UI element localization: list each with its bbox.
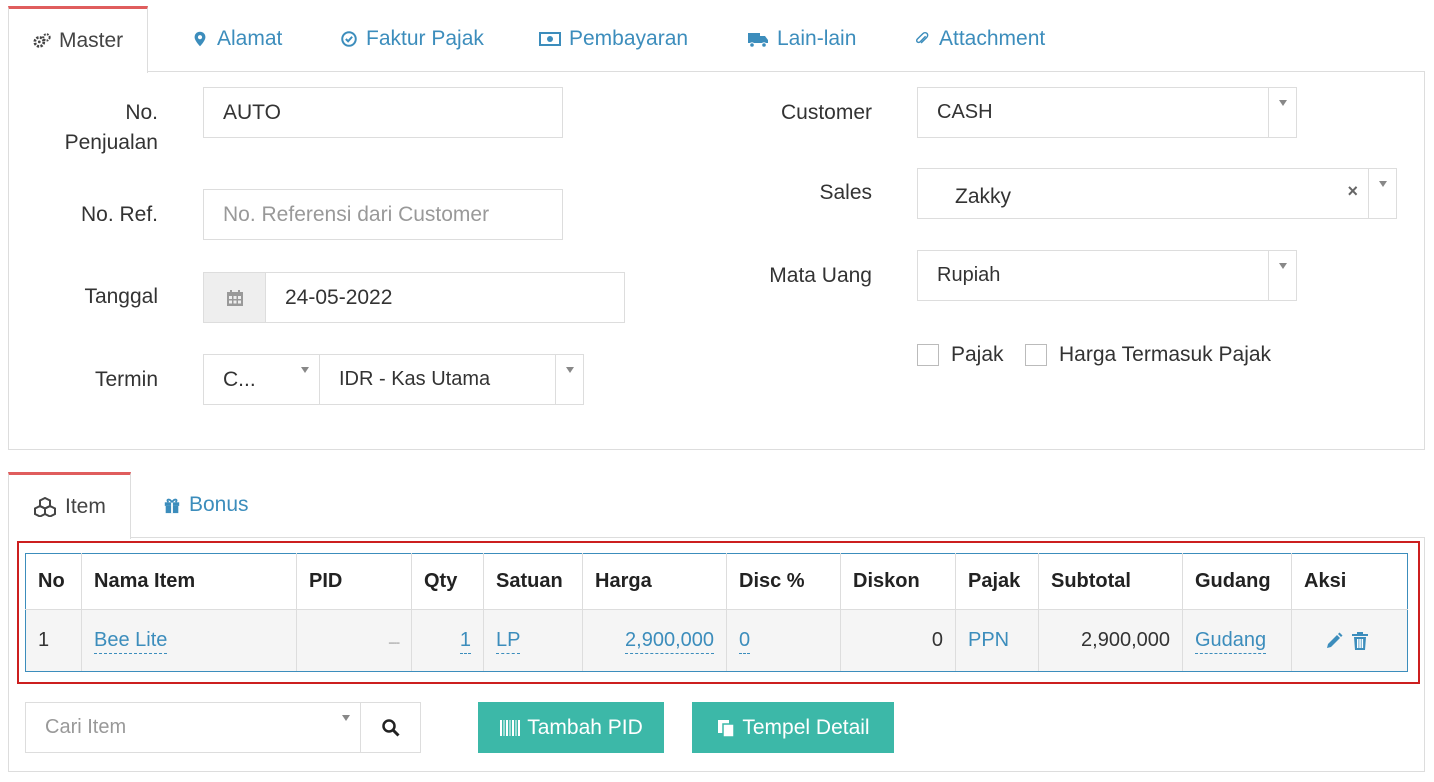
- sales-select[interactable]: Zakky ×: [917, 168, 1397, 219]
- tanggal-label: Tanggal: [84, 285, 158, 308]
- tanggal-value: 24-05-2022: [285, 285, 393, 309]
- tempel-detail-label: Tempel Detail: [742, 715, 870, 739]
- barcode-icon: [500, 719, 521, 736]
- chevron-down-icon: [555, 355, 583, 404]
- truck-icon: [748, 33, 768, 48]
- tab-pembayaran-label: Pembayaran: [569, 27, 689, 50]
- no-ref-label: No. Ref.: [80, 203, 158, 226]
- no-penjualan-field[interactable]: AUTO: [203, 87, 563, 138]
- highlight-box: [17, 541, 1420, 684]
- tab-pembayaran[interactable]: Pembayaran: [539, 6, 688, 72]
- harga-termasuk-pajak-checkbox[interactable]: Harga Termasuk Pajak: [1025, 343, 1271, 367]
- kas-select[interactable]: IDR - Kas Utama: [319, 354, 584, 405]
- mata-uang-select[interactable]: Rupiah: [917, 250, 1297, 301]
- tab-master[interactable]: Master: [8, 6, 149, 73]
- cari-item-placeholder: Cari Item: [45, 716, 127, 738]
- customer-value: CASH: [937, 101, 993, 123]
- checkbox-box[interactable]: [1025, 344, 1047, 366]
- termin-label: Termin: [94, 368, 158, 391]
- pajak-checkbox[interactable]: Pajak: [917, 343, 1004, 367]
- mata-uang-value: Rupiah: [937, 264, 1001, 286]
- termin-select[interactable]: C...: [203, 354, 320, 405]
- tab-item[interactable]: Item: [8, 472, 131, 539]
- chevron-down-icon: [1268, 251, 1296, 300]
- tab-master-label: Master: [59, 29, 124, 52]
- no-ref-placeholder: No. Referensi dari Customer: [223, 202, 490, 226]
- tab-lain-lain[interactable]: Lain-lain: [747, 6, 856, 72]
- gears-icon: [33, 33, 51, 48]
- search-button[interactable]: [361, 703, 420, 752]
- sales-label: Sales: [819, 181, 872, 204]
- no-penjualan-label-line2: Penjualan: [64, 131, 158, 154]
- mata-uang-label: Mata Uang: [769, 264, 872, 287]
- money-icon: [539, 32, 561, 46]
- no-penjualan-value: AUTO: [223, 100, 281, 124]
- tanggal-field[interactable]: 24-05-2022: [203, 272, 625, 323]
- tab-lain-lain-label: Lain-lain: [777, 27, 857, 50]
- sales-value: Zakky: [955, 184, 1012, 208]
- search-icon: [381, 718, 400, 737]
- chevron-down-icon: [1268, 88, 1296, 137]
- tambah-pid-label: Tambah PID: [527, 715, 643, 739]
- cari-item-input[interactable]: Cari Item: [26, 703, 361, 752]
- tab-bonus[interactable]: Bonus: [163, 472, 249, 538]
- tab-faktur-pajak[interactable]: Faktur Pajak: [340, 6, 484, 72]
- date-addon[interactable]: [204, 273, 266, 322]
- cubes-icon: [34, 497, 56, 517]
- tab-alamat[interactable]: Alamat: [191, 6, 282, 72]
- kas-value: IDR - Kas Utama: [339, 368, 491, 390]
- map-marker-icon: [194, 31, 206, 47]
- gift-icon: [164, 498, 180, 514]
- item-tabs: Item Bonus: [8, 472, 1424, 539]
- customer-select[interactable]: CASH: [917, 87, 1297, 138]
- checkbox-box[interactable]: [917, 344, 939, 366]
- no-penjualan-label-line1: No.: [125, 101, 158, 124]
- chevron-down-icon: [291, 355, 319, 404]
- cari-item-select[interactable]: Cari Item: [25, 702, 421, 753]
- pajak-label: Pajak: [951, 343, 1004, 366]
- tab-alamat-label: Alamat: [217, 27, 283, 50]
- main-tabs: Master Alamat Faktur Pajak Pembayaran La…: [8, 6, 1424, 73]
- no-penjualan-label: No. Penjualan: [40, 98, 158, 158]
- harga-termasuk-pajak-label: Harga Termasuk Pajak: [1059, 343, 1272, 366]
- tab-item-label: Item: [65, 495, 106, 518]
- customer-label: Customer: [780, 101, 872, 124]
- tab-attachment-label: Attachment: [939, 27, 1046, 50]
- chevron-down-icon: [332, 703, 360, 752]
- clear-icon[interactable]: ×: [1347, 181, 1358, 202]
- paperclip-icon: [915, 31, 929, 44]
- tambah-pid-button[interactable]: Tambah PID: [478, 702, 664, 753]
- tab-bonus-label: Bonus: [189, 493, 249, 516]
- no-ref-input[interactable]: No. Referensi dari Customer: [203, 189, 563, 240]
- tab-attachment[interactable]: Attachment: [913, 6, 1045, 72]
- tab-faktur-pajak-label: Faktur Pajak: [366, 27, 484, 50]
- tempel-detail-button[interactable]: Tempel Detail: [692, 702, 894, 753]
- paste-icon: [718, 719, 736, 738]
- check-circle-icon: [341, 31, 357, 47]
- calendar-icon: [226, 289, 243, 306]
- chevron-down-icon: [1368, 169, 1396, 218]
- termin-value: C...: [223, 367, 256, 391]
